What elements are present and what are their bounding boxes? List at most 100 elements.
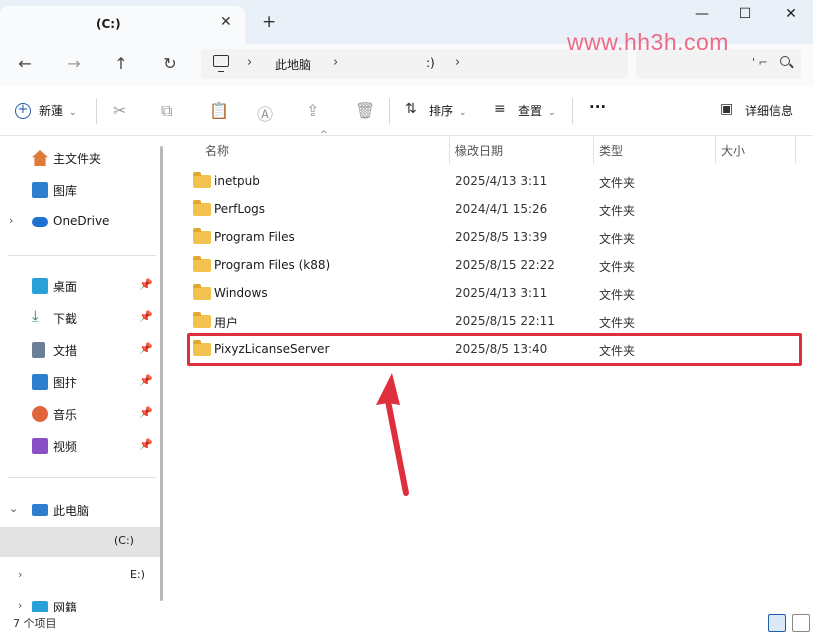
column-header-type[interactable]: 类型: [599, 142, 623, 159]
maximize-button[interactable]: ☐: [730, 6, 760, 22]
sidebar-item-home[interactable]: 主文件夹: [0, 145, 160, 171]
item-count: 7 个项目: [13, 617, 57, 630]
details-button[interactable]: 详细信息: [745, 102, 793, 119]
pin-icon: 📌: [139, 278, 153, 291]
sidebar-item-desktop[interactable]: 桌面 📌: [0, 273, 160, 299]
column-header-size[interactable]: 大小: [721, 142, 745, 159]
pin-icon: 📌: [139, 310, 153, 323]
column-divider[interactable]: [715, 136, 716, 164]
sidebar-item-videos[interactable]: 视频 📌: [0, 433, 160, 459]
sidebar-item-label: 桌面: [53, 280, 78, 294]
column-divider[interactable]: [593, 136, 594, 164]
tiles-view-button[interactable]: [792, 614, 810, 632]
refresh-button[interactable]: ↻: [157, 54, 183, 73]
file-row[interactable]: Windows 2025/4/13 3:11 文件夹: [187, 279, 801, 307]
paste-icon[interactable]: 📋: [209, 101, 229, 120]
download-icon: ⤓: [32, 307, 39, 325]
sidebar-item-downloads[interactable]: ⤓ 下截 📌: [0, 305, 160, 331]
sidebar-item-label: 主文件夹: [53, 152, 102, 166]
new-tab-button[interactable]: +: [262, 12, 276, 32]
forward-button[interactable]: →: [61, 54, 87, 73]
column-divider[interactable]: [449, 136, 450, 164]
more-options-button[interactable]: ···: [589, 98, 606, 116]
file-name: PerfLogs: [214, 202, 266, 216]
pin-icon: 📌: [139, 374, 153, 387]
chevron-right-icon[interactable]: ›: [18, 568, 22, 581]
home-icon: [32, 150, 48, 166]
file-type: 文件夹: [599, 316, 636, 330]
file-name: Program Files: [214, 230, 295, 244]
sidebar-item-onedrive[interactable]: › OneDrive: [0, 209, 160, 235]
chevron-right-icon[interactable]: ›: [247, 55, 252, 70]
new-button[interactable]: 新蓮 ⌄: [39, 102, 77, 119]
sidebar-item-label: 图库: [53, 184, 78, 198]
sidebar-item-gallery[interactable]: 图库: [0, 177, 160, 203]
file-row[interactable]: PerfLogs 2024/4/1 15:26 文件夹: [187, 195, 801, 223]
file-name: 用户: [214, 316, 239, 330]
back-button[interactable]: ←: [12, 54, 38, 73]
search-icon: [780, 56, 790, 66]
file-name: inetpub: [214, 174, 260, 188]
search-input[interactable]: ' ⌐: [752, 56, 768, 69]
sort-button[interactable]: 排序 ⌄: [429, 102, 467, 119]
breadcrumb-this-pc[interactable]: 此地脑: [275, 56, 311, 73]
file-date: 2025/8/15 22:11: [455, 314, 555, 328]
chevron-down-icon: ⌄: [69, 108, 77, 118]
sidebar-item-pictures[interactable]: 图抃 📌: [0, 369, 160, 395]
chevron-right-icon[interactable]: ›: [18, 599, 22, 612]
column-divider[interactable]: [795, 136, 796, 164]
tab-drive-c[interactable]: (C:) ✕: [0, 6, 245, 44]
sidebar-item-this-pc[interactable]: ⌄ 此电脑: [0, 497, 160, 523]
file-date: 2025/4/13 3:11: [455, 174, 548, 188]
folder-icon: [193, 200, 211, 216]
sidebar-item-label: 音乐: [53, 408, 78, 422]
breadcrumb-drive[interactable]: :): [426, 56, 435, 70]
view-label: 查置: [518, 104, 543, 118]
chevron-right-icon[interactable]: ›: [455, 55, 460, 70]
column-header-name[interactable]: 名称: [205, 142, 229, 159]
document-icon: [32, 342, 45, 358]
plus-icon: +: [15, 103, 31, 119]
file-name: Windows: [214, 286, 268, 300]
sidebar-item-drive-e[interactable]: › E:): [0, 563, 160, 589]
minimize-button[interactable]: —: [687, 6, 717, 22]
sidebar-item-documents[interactable]: 文措 📌: [0, 337, 160, 363]
close-button[interactable]: ✕: [776, 6, 806, 22]
sidebar-item-drive-c[interactable]: (C:): [0, 527, 160, 557]
file-date: 2025/8/15 22:22: [455, 258, 555, 272]
column-header-date[interactable]: 椽改日期: [455, 142, 503, 159]
cut-icon[interactable]: ✂: [113, 101, 126, 120]
sidebar-item-music[interactable]: 音乐 📌: [0, 401, 160, 427]
tab-title: (C:): [96, 17, 121, 31]
up-button[interactable]: ↑: [108, 54, 134, 73]
music-icon: [32, 406, 48, 422]
file-row[interactable]: inetpub 2025/4/13 3:11 文件夹: [187, 167, 801, 195]
chevron-right-icon[interactable]: ›: [333, 55, 338, 70]
file-row[interactable]: 用户 2025/8/15 22:11 文件夹: [187, 307, 801, 335]
view-icon: ≡: [494, 101, 506, 117]
copy-icon[interactable]: ⧉: [161, 101, 172, 121]
sidebar-item-label: 文措: [53, 344, 78, 358]
pc-icon: [213, 55, 229, 72]
chevron-down-icon[interactable]: ⌄: [9, 502, 18, 515]
share-icon[interactable]: ⇪: [306, 101, 319, 120]
rename-icon[interactable]: Ⓐ: [257, 101, 273, 125]
arrow-shaft: [385, 398, 409, 496]
file-row[interactable]: Program Files (k88) 2025/8/15 22:22 文件夹: [187, 251, 801, 279]
status-bar: 7 个项目: [0, 612, 813, 634]
tab-close-icon[interactable]: ✕: [220, 14, 232, 30]
desktop-icon: [32, 278, 48, 294]
sidebar-divider: [8, 477, 156, 478]
sidebar-item-label: 图抃: [53, 376, 78, 390]
picture-icon: [32, 374, 48, 390]
view-button[interactable]: 查置 ⌄: [518, 102, 556, 119]
file-row[interactable]: Program Files 2025/8/5 13:39 文件夹: [187, 223, 801, 251]
file-date: 2025/8/5 13:39: [455, 230, 548, 244]
sidebar-scrollbar[interactable]: [160, 146, 163, 601]
pin-icon: 📌: [139, 406, 153, 419]
chevron-right-icon[interactable]: ›: [9, 214, 13, 227]
details-view-button[interactable]: [768, 614, 786, 632]
delete-icon[interactable]: 🗑: [355, 101, 375, 120]
folder-icon: [193, 172, 211, 188]
address-bar[interactable]: › 此地脑 › :) ›: [201, 49, 628, 79]
